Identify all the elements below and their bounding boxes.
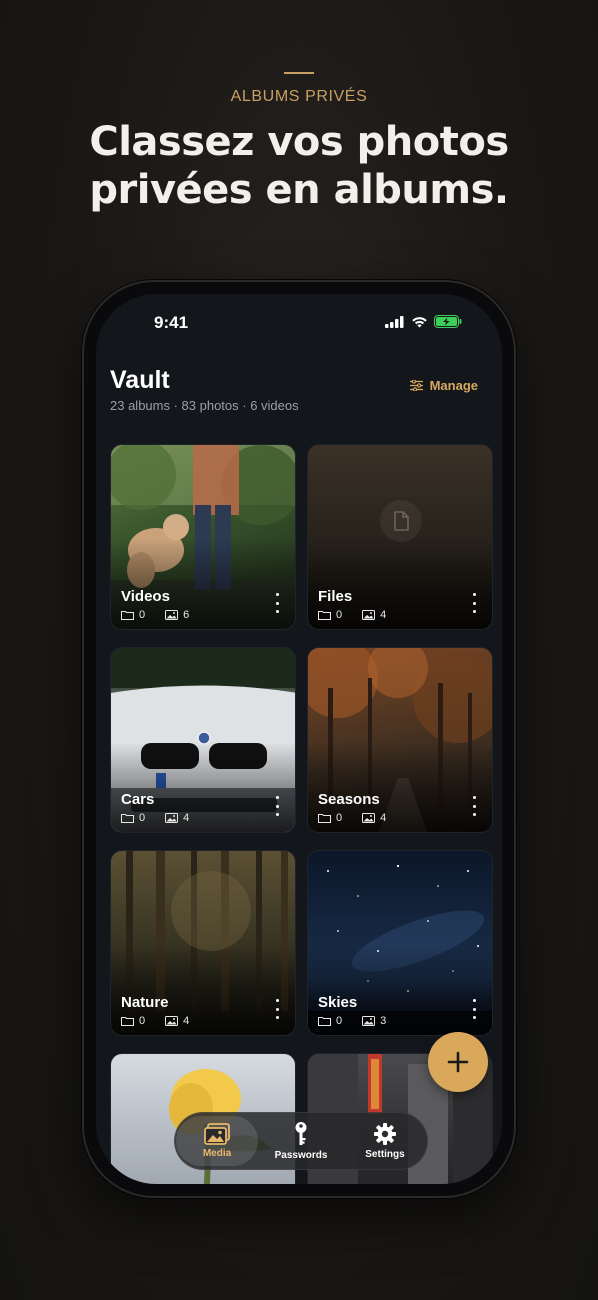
- tab-label: Media: [202, 1148, 232, 1159]
- folder-icon: [318, 814, 331, 823]
- folder-count: 0: [336, 812, 343, 824]
- sliders-icon: [409, 380, 423, 391]
- item-count: 3: [380, 1015, 387, 1027]
- status-time: 9:41: [154, 313, 189, 332]
- vault-stats: 23 albums · 83 photos · 6 videos: [110, 398, 299, 413]
- album-card-skies[interactable]: Skies 0 3: [307, 850, 493, 1036]
- key-icon: [295, 1122, 307, 1145]
- folder-count: 0: [139, 1015, 146, 1027]
- album-meta: 0 3: [318, 1015, 386, 1027]
- item-count: 4: [380, 812, 387, 824]
- more-options-icon[interactable]: [273, 999, 281, 1019]
- image-icon: [362, 1016, 376, 1026]
- tab-label: Passwords: [274, 1150, 328, 1161]
- more-options-icon[interactable]: [273, 796, 281, 816]
- item-count: 4: [183, 1015, 190, 1027]
- tab-media[interactable]: Media: [176, 1116, 258, 1166]
- folder-icon: [318, 611, 331, 620]
- album-meta: 0 4: [121, 1015, 189, 1027]
- more-options-icon[interactable]: [470, 999, 478, 1019]
- album-card-seasons[interactable]: Seasons 0 4: [307, 647, 493, 833]
- folder-icon: [121, 814, 134, 823]
- hero-kicker: ALBUMS PRIVÉS: [230, 88, 368, 105]
- gear-icon: [374, 1123, 396, 1145]
- hero-title-line1: Classez vos photos: [89, 119, 509, 165]
- album-card-files[interactable]: Files 0 4: [307, 444, 493, 630]
- album-title: Nature: [121, 994, 169, 1011]
- item-count: 4: [380, 609, 387, 621]
- cellular-signal-icon: [385, 315, 404, 328]
- album-title: Seasons: [318, 791, 380, 808]
- folder-count: 0: [336, 1015, 343, 1027]
- more-options-icon[interactable]: [470, 796, 478, 816]
- album-meta: 0 6: [121, 609, 189, 621]
- tab-settings[interactable]: Settings: [344, 1116, 426, 1166]
- album-meta: 0 4: [318, 609, 386, 621]
- image-icon: [362, 813, 376, 823]
- battery-charging-icon: [434, 315, 462, 328]
- item-count: 4: [183, 812, 190, 824]
- album-title: Skies: [318, 994, 358, 1011]
- wifi-icon: [412, 316, 427, 327]
- album-card-nature[interactable]: Nature 0 4: [110, 850, 296, 1036]
- page-title: Vault: [110, 366, 170, 394]
- album-meta: 0 4: [121, 812, 189, 824]
- folder-count: 0: [139, 609, 146, 621]
- folder-count: 0: [139, 812, 146, 824]
- album-meta: 0 4: [318, 812, 386, 824]
- image-icon: [165, 813, 179, 823]
- hero-accent-rule: [284, 72, 314, 74]
- plus-icon: [447, 1051, 469, 1073]
- image-icon: [165, 610, 179, 620]
- album-card-videos[interactable]: Videos 0 6: [110, 444, 296, 630]
- album-card-cars[interactable]: Cars 0 4: [110, 647, 296, 833]
- image-icon: [165, 1016, 179, 1026]
- add-album-button[interactable]: [428, 1032, 488, 1092]
- folder-icon: [318, 1017, 331, 1026]
- more-options-icon[interactable]: [273, 593, 281, 613]
- more-options-icon[interactable]: [470, 593, 478, 613]
- manage-button[interactable]: Manage: [409, 378, 478, 393]
- item-count: 6: [183, 609, 190, 621]
- album-title: Files: [318, 588, 353, 605]
- status-icons: [385, 315, 462, 328]
- folder-icon: [121, 611, 134, 620]
- tab-passwords[interactable]: Passwords: [260, 1116, 342, 1166]
- album-title: Cars: [121, 791, 155, 808]
- image-icon: [362, 610, 376, 620]
- status-bar: 9:41: [96, 294, 502, 354]
- album-title: Videos: [121, 588, 170, 605]
- app-screen: 9:41 Vault 23 albums · 83 photos · 6 vid…: [96, 294, 502, 1184]
- phone-frame: 9:41 Vault 23 albums · 83 photos · 6 vid…: [82, 280, 516, 1198]
- tab-bar: Media Passwords Settings: [174, 1112, 428, 1170]
- tab-label: Settings: [365, 1149, 405, 1160]
- file-placeholder: [380, 500, 422, 542]
- photos-icon: [204, 1123, 230, 1145]
- hero-title-line2: privées en albums.: [89, 167, 509, 213]
- folder-count: 0: [336, 609, 343, 621]
- folder-icon: [121, 1017, 134, 1026]
- manage-label: Manage: [429, 378, 478, 393]
- document-icon: [394, 511, 409, 531]
- hero-title: Classez vos photos privées en albums.: [0, 118, 598, 214]
